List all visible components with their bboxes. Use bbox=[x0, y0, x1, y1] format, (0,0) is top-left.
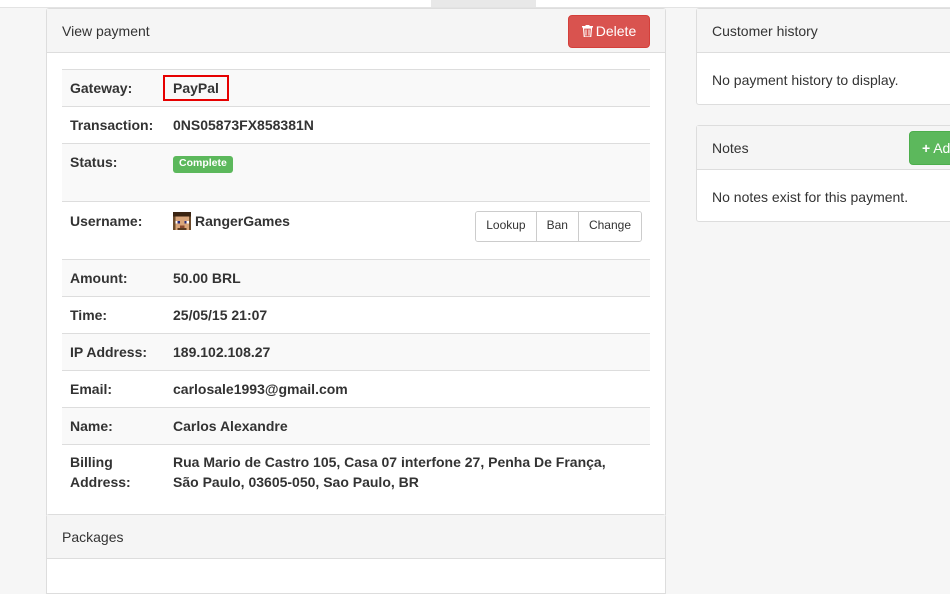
notes-panel: Notes + Ad No notes exist for this paymen… bbox=[696, 125, 950, 222]
billing-value: Rua Mario de Castro 105, Casa 07 interfo… bbox=[165, 444, 650, 510]
panel-heading: Packages bbox=[47, 515, 665, 559]
status-label: Status: bbox=[62, 143, 165, 202]
transaction-label: Transaction: bbox=[62, 106, 165, 144]
empty-notes-text: No notes exist for this payment. bbox=[712, 189, 909, 205]
amount-label: Amount: bbox=[62, 259, 165, 297]
table-row: Name: Carlos Alexandre bbox=[62, 407, 650, 445]
gateway-value: PayPal bbox=[163, 75, 229, 101]
username-value[interactable]: RangerGames bbox=[195, 213, 290, 229]
ip-label: IP Address: bbox=[62, 333, 165, 371]
user-actions-group: Lookup Ban Change bbox=[475, 211, 642, 242]
amount-value: 50.00 BRL bbox=[165, 259, 650, 297]
panel-heading: Customer history bbox=[697, 9, 950, 53]
email-value: carlosale1993@gmail.com bbox=[165, 370, 650, 408]
ip-value: 189.102.108.27 bbox=[165, 333, 650, 371]
billing-value-line1: Rua Mario de Castro 105, Casa 07 interfo… bbox=[173, 454, 606, 470]
time-label: Time: bbox=[62, 296, 165, 334]
billing-label-line1: Billing bbox=[70, 454, 113, 470]
transaction-value: 0NS05873FX858381N bbox=[165, 106, 650, 144]
username-label: Username: bbox=[62, 201, 165, 260]
panel-title: Notes bbox=[712, 140, 749, 156]
empty-history-text: No payment history to display. bbox=[712, 72, 899, 88]
customer-history-panel: Customer history No payment history to d… bbox=[696, 8, 950, 105]
table-row: Billing Address: Rua Mario de Castro 105… bbox=[62, 444, 650, 510]
active-nav-tab[interactable] bbox=[431, 0, 536, 7]
status-badge: Complete bbox=[173, 156, 233, 173]
add-note-button[interactable]: + Ad bbox=[909, 131, 950, 165]
panel-title: View payment bbox=[62, 23, 150, 39]
gateway-label: Gateway: bbox=[62, 69, 165, 107]
table-row: Time: 25/05/15 21:07 bbox=[62, 296, 650, 334]
lookup-button[interactable]: Lookup bbox=[476, 212, 536, 241]
ban-button[interactable]: Ban bbox=[535, 212, 578, 241]
payment-details-table: Gateway: PayPal Transaction: 0NS05873FX8… bbox=[62, 69, 650, 510]
trash-icon bbox=[581, 17, 593, 48]
delete-label: Delete bbox=[595, 23, 637, 39]
avatar bbox=[173, 212, 191, 230]
table-row: Username: RangerGames Lookup Ban Change bbox=[62, 201, 650, 260]
top-navbar bbox=[0, 0, 950, 8]
email-label: Email: bbox=[62, 370, 165, 408]
change-button[interactable]: Change bbox=[577, 212, 641, 241]
billing-value-line2: São Paulo, 03605-050, Sao Paulo, BR bbox=[173, 474, 419, 490]
table-row: IP Address: 189.102.108.27 bbox=[62, 333, 650, 371]
packages-panel: Packages bbox=[46, 514, 666, 594]
panel-title: Customer history bbox=[712, 23, 818, 39]
table-row: Email: carlosale1993@gmail.com bbox=[62, 370, 650, 408]
name-value: Carlos Alexandre bbox=[165, 407, 650, 445]
table-row: Gateway: PayPal bbox=[62, 69, 650, 107]
panel-heading: Notes + Ad bbox=[697, 126, 950, 170]
billing-label: Billing Address: bbox=[62, 444, 165, 510]
table-row: Status: Complete bbox=[62, 143, 650, 202]
panel-heading: View payment Delete bbox=[47, 9, 665, 53]
billing-label-line2: Address: bbox=[70, 474, 131, 490]
name-label: Name: bbox=[62, 407, 165, 445]
add-label: Ad bbox=[933, 140, 950, 156]
table-row: Transaction: 0NS05873FX858381N bbox=[62, 106, 650, 144]
view-payment-panel: View payment Delete Gateway: PayPal Tran… bbox=[46, 8, 666, 515]
table-row: Amount: 50.00 BRL bbox=[62, 259, 650, 297]
plus-icon: + bbox=[922, 140, 931, 156]
panel-title: Packages bbox=[62, 529, 124, 545]
time-value: 25/05/15 21:07 bbox=[165, 296, 650, 334]
delete-button[interactable]: Delete bbox=[568, 15, 650, 48]
